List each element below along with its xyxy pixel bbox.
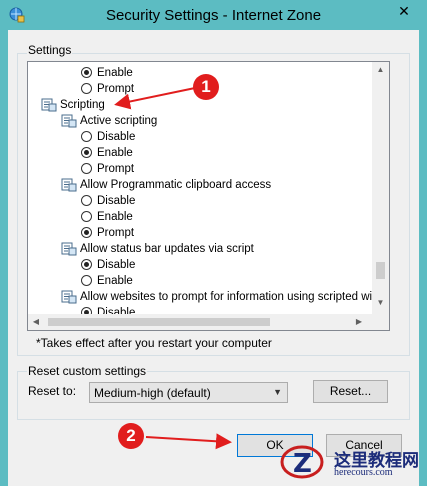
window-title: Security Settings - Internet Zone: [105, 7, 322, 24]
radio-checked-icon[interactable]: [81, 67, 92, 78]
tree-row-label: Allow Programmatic clipboard access: [80, 179, 272, 191]
tree-row-label: Allow status bar updates via script: [80, 243, 254, 255]
radio-unchecked-icon[interactable]: [81, 163, 92, 174]
tree-setting: Allow Programmatic clipboard access: [28, 177, 372, 193]
scroll-right-arrow-icon[interactable]: ▶: [353, 317, 365, 326]
scroll-down-arrow-icon[interactable]: ▼: [372, 298, 389, 307]
vertical-scroll-thumb[interactable]: [376, 262, 385, 279]
tree-category: Scripting: [28, 97, 372, 113]
scripting-category-icon: [41, 98, 57, 112]
tree-row-label: Scripting: [60, 99, 105, 111]
tree-row-label: Disable: [97, 307, 136, 314]
security-settings-window: Security Settings - Internet Zone ✕ Sett…: [0, 0, 427, 486]
restart-note: *Takes effect after you restart your com…: [36, 336, 272, 350]
tree-setting: Allow status bar updates via script: [28, 241, 372, 257]
tree-row-label: Prompt: [97, 83, 135, 95]
tree-setting: Active scripting: [28, 113, 372, 129]
svg-text:Z: Z: [293, 449, 312, 479]
settings-tree[interactable]: Enable Prompt Scripting Active scripting Dis…: [27, 61, 390, 331]
setting-icon: [61, 114, 77, 128]
tree-radio-option[interactable]: Enable: [28, 273, 372, 289]
radio-checked-icon[interactable]: [81, 307, 92, 314]
reset-level-dropdown[interactable]: Medium-high (default) ▼: [89, 382, 288, 403]
tree-row-label: Allow websites to prompt for information…: [80, 291, 372, 303]
reset-group-label: Reset custom settings: [27, 364, 148, 378]
chevron-down-icon: ▼: [273, 387, 282, 397]
radio-unchecked-icon[interactable]: [81, 83, 92, 94]
tree-row-label: Enable: [97, 147, 133, 159]
tree-radio-option[interactable]: Prompt: [28, 161, 372, 177]
radio-checked-icon[interactable]: [81, 227, 92, 238]
watermark-logo-icon: Z: [280, 445, 324, 479]
radio-checked-icon[interactable]: [81, 259, 92, 270]
tree-radio-option[interactable]: Enable: [28, 145, 372, 161]
tree-row-label: Prompt: [97, 227, 135, 239]
site-watermark: Z 这里教程网 herecours.com: [278, 436, 427, 486]
radio-unchecked-icon[interactable]: [81, 195, 92, 206]
annotation-badge-2: 2: [118, 423, 144, 449]
annotation-badge-1: 1: [193, 74, 219, 100]
radio-unchecked-icon[interactable]: [81, 211, 92, 222]
horizontal-scroll-thumb[interactable]: [48, 318, 270, 326]
tree-row-label: Disable: [97, 259, 136, 271]
tree-row-label: Enable: [97, 67, 133, 79]
tree-row-label: Enable: [97, 211, 133, 223]
tree-radio-option[interactable]: Disable: [28, 305, 372, 314]
tree-radio-option[interactable]: Disable: [28, 193, 372, 209]
settings-tree-rows: Enable Prompt Scripting Active scripting Dis…: [28, 62, 372, 314]
reset-to-label: Reset to:: [28, 384, 77, 398]
tree-radio-option[interactable]: Enable: [28, 209, 372, 225]
watermark-url: herecours.com: [334, 467, 393, 478]
title-bar: Security Settings - Internet Zone ✕: [0, 0, 427, 30]
horizontal-scrollbar[interactable]: ◀ ▶: [28, 314, 372, 330]
reset-button[interactable]: Reset...: [313, 380, 388, 403]
close-button[interactable]: ✕: [388, 1, 420, 21]
tree-radio-option[interactable]: Disable: [28, 129, 372, 145]
setting-icon: [61, 242, 77, 256]
tree-row-label: Disable: [97, 195, 136, 207]
tree-radio-option[interactable]: Prompt: [28, 225, 372, 241]
setting-icon: [61, 178, 77, 192]
radio-unchecked-icon[interactable]: [81, 275, 92, 286]
setting-icon: [61, 290, 77, 304]
tree-row-label: Enable: [97, 275, 133, 287]
tree-radio-option[interactable]: Disable: [28, 257, 372, 273]
tree-setting: Allow websites to prompt for information…: [28, 289, 372, 305]
tree-row-label: Active scripting: [80, 115, 158, 127]
settings-group-label: Settings: [27, 43, 73, 57]
reset-level-value: Medium-high (default): [94, 386, 211, 400]
scrollbar-corner: [372, 314, 389, 330]
tree-row-label: Prompt: [97, 163, 135, 175]
vertical-scrollbar[interactable]: ▲ ▼: [372, 62, 389, 314]
radio-unchecked-icon[interactable]: [81, 131, 92, 142]
radio-checked-icon[interactable]: [81, 147, 92, 158]
scroll-up-arrow-icon[interactable]: ▲: [372, 65, 389, 74]
tree-row-label: Disable: [97, 131, 136, 143]
scroll-left-arrow-icon[interactable]: ◀: [30, 317, 42, 326]
